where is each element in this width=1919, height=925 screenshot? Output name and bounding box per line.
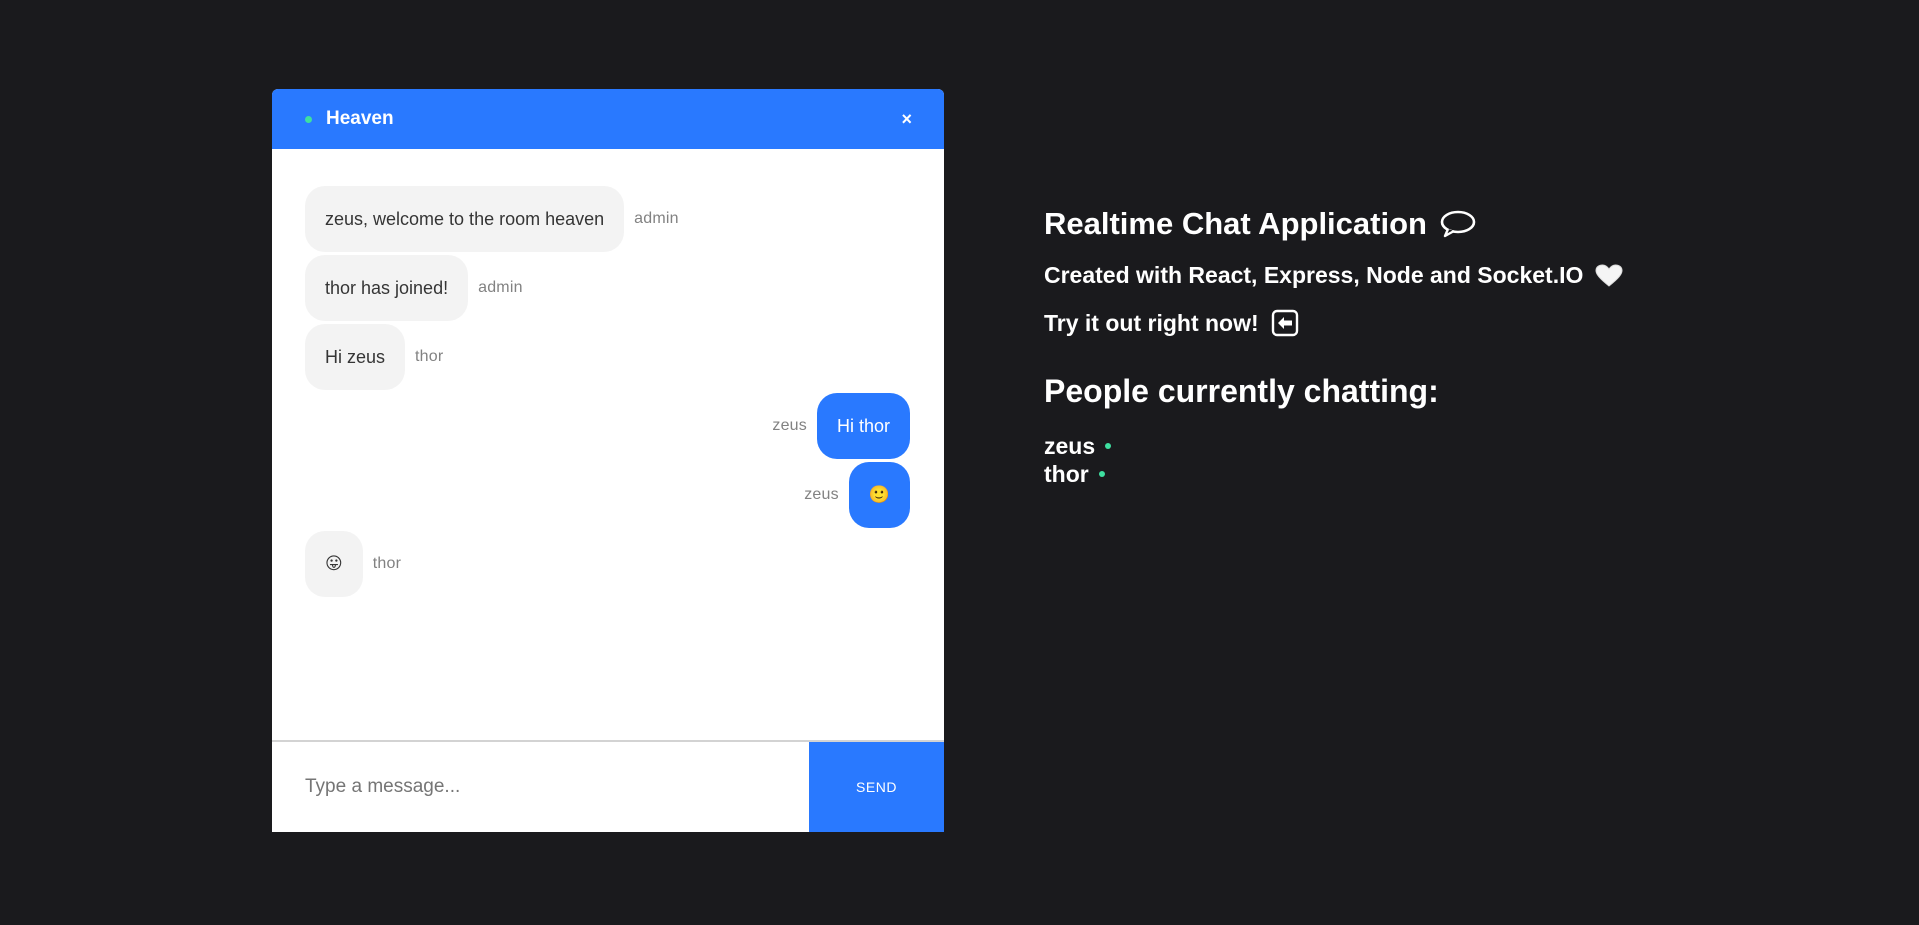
close-icon[interactable]: × [901, 110, 912, 128]
message-input-bar: SEND [272, 740, 944, 832]
message-row: zeus 🙂 [305, 462, 910, 528]
room-name: Heaven [326, 108, 394, 129]
people-heading: People currently chatting: [1044, 373, 1439, 409]
message-row: Hi zeus thor [305, 324, 910, 390]
message-row: thor has joined! admin [305, 255, 910, 321]
try-it-label: Try it out right now! [1044, 309, 1259, 336]
app-subtitle-text: Created with React, Express, Node and So… [1044, 262, 1584, 288]
white-heart-icon [1595, 263, 1623, 288]
try-it-text: Try it out right now! [1044, 309, 1623, 337]
send-button[interactable]: SEND [809, 742, 944, 832]
message-text: zeus, welcome to the room heaven [325, 208, 605, 229]
online-status-icon [1105, 443, 1112, 449]
left-arrow-box-icon [1271, 309, 1299, 337]
message-text: thor has joined! [325, 277, 449, 298]
app-title: Realtime Chat Application [1044, 206, 1623, 242]
app-subtitle: Created with React, Express, Node and So… [1044, 262, 1623, 289]
person-name: zeus [1044, 433, 1096, 459]
app-title-text: Realtime Chat Application [1044, 206, 1427, 241]
messages-list: zeus, welcome to the room heaven admin t… [272, 149, 944, 740]
chat-window: Heaven × zeus, welcome to the room heave… [272, 89, 944, 832]
message-bubble: 😛 [305, 531, 363, 597]
online-status-icon [1098, 471, 1105, 477]
chat-header: Heaven × [272, 89, 944, 149]
message-bubble: thor has joined! [305, 255, 469, 321]
message-sender: thor [372, 555, 402, 572]
message-sender: zeus [804, 486, 839, 503]
online-status-icon [305, 115, 312, 123]
message-input[interactable] [272, 742, 809, 832]
people-list: zeus thor [1044, 432, 1623, 488]
person-item: thor [1044, 460, 1623, 488]
message-bubble: Hi thor [816, 393, 910, 459]
message-row: zeus, welcome to the room heaven admin [305, 186, 910, 252]
speech-balloon-icon [1439, 209, 1477, 239]
message-row: 😛 thor [305, 531, 910, 597]
message-bubble: Hi zeus [305, 324, 406, 390]
emoji-smile-icon: 🙂 [868, 485, 890, 504]
person-name: thor [1044, 461, 1089, 487]
message-sender: zeus [772, 417, 807, 434]
message-sender: admin [478, 279, 523, 296]
info-panel: Realtime Chat Application Created with R… [1044, 206, 1623, 488]
message-sender: admin [634, 210, 679, 227]
message-bubble: zeus, welcome to the room heaven [305, 186, 625, 252]
emoji-tongue-icon: 😛 [325, 554, 343, 573]
person-item: zeus [1044, 432, 1623, 460]
message-sender: thor [415, 348, 444, 365]
message-text: Hi zeus [325, 346, 386, 367]
message-row: zeus Hi thor [305, 393, 910, 459]
message-text: Hi thor [836, 415, 890, 436]
message-bubble: 🙂 [848, 462, 910, 528]
page: Heaven × zeus, welcome to the room heave… [0, 0, 1919, 925]
